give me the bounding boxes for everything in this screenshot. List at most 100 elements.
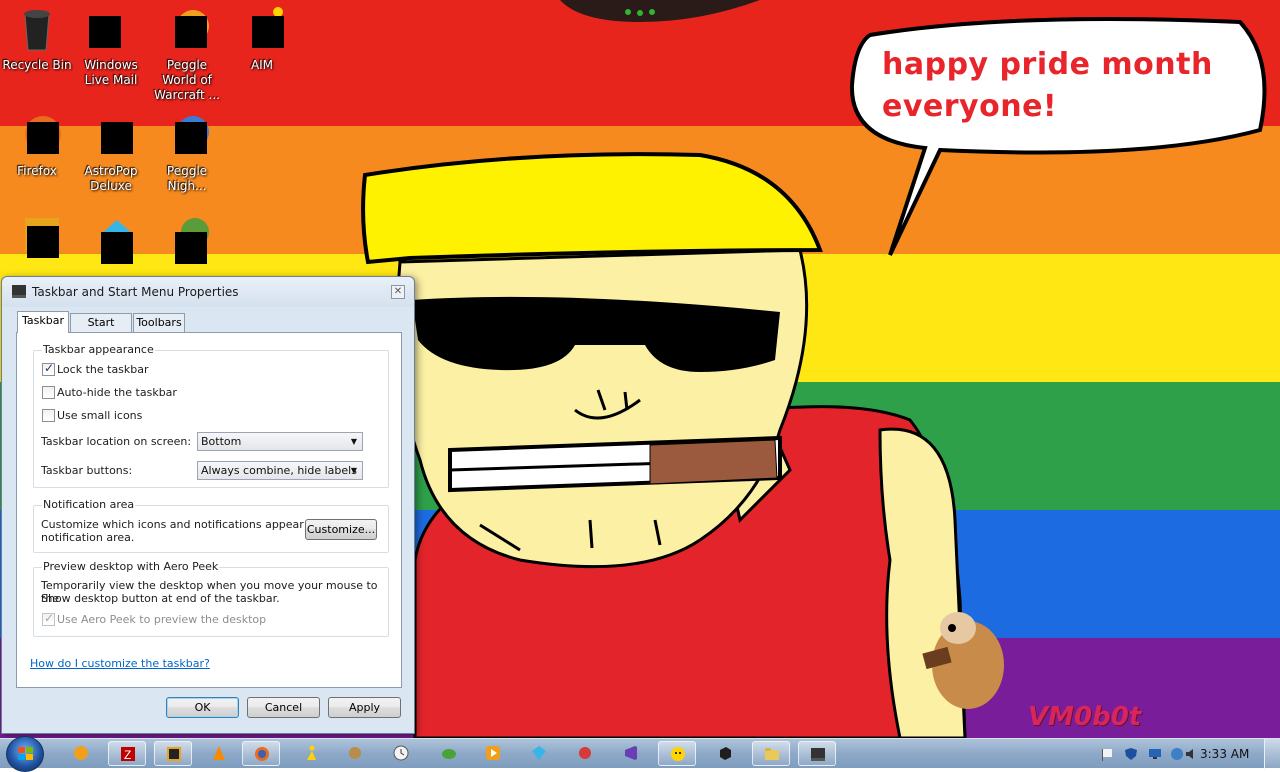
dialog-titlebar[interactable]: Taskbar and Start Menu Properties ✕: [2, 277, 414, 307]
taskbar-item-clock[interactable]: [382, 741, 420, 766]
tab-toolbars[interactable]: Toolbars: [133, 313, 185, 332]
ok-button[interactable]: OK: [166, 697, 239, 718]
svg-text:Z: Z: [124, 748, 131, 762]
aero-peek-label: Use Aero Peek to preview the desktop: [57, 613, 267, 626]
desktop-icon-label: Windows Live Mail: [84, 58, 138, 87]
lock-taskbar-checkbox[interactable]: ✓: [42, 361, 55, 376]
network-icon[interactable]: [1170, 747, 1184, 761]
tab-panel-taskbar: Taskbar appearance ✓ Lock the taskbar Au…: [16, 332, 402, 688]
desktop-icon-label: AstroPop Deluxe: [84, 164, 138, 193]
chevron-down-icon: ▼: [350, 437, 357, 446]
firefox-icon: [13, 112, 61, 160]
mail-icon: [87, 6, 135, 54]
close-button[interactable]: ✕: [391, 285, 405, 299]
apply-button[interactable]: Apply: [328, 697, 401, 718]
gem-icon: [87, 214, 135, 264]
taskbar-item-app[interactable]: [154, 741, 192, 766]
small-icons-label[interactable]: Use small icons: [57, 409, 142, 422]
taskbar-item-aim[interactable]: [292, 741, 330, 766]
checkmark-icon: ✓: [44, 611, 55, 625]
autohide-taskbar-label[interactable]: Auto-hide the taskbar: [57, 386, 177, 399]
start-button[interactable]: [6, 736, 44, 772]
taskbar-item-parrot[interactable]: [566, 741, 604, 766]
firefox-icon: [255, 747, 269, 761]
taskbar-properties-dialog: Taskbar and Start Menu Properties ✕ Task…: [1, 276, 415, 734]
parrot-icon: [579, 747, 591, 759]
taskbar-location-select[interactable]: Bottom ▼: [197, 432, 363, 451]
taskbar-buttons-select[interactable]: Always combine, hide labels ▼: [197, 461, 363, 480]
taskbar-item-visual-studio[interactable]: [612, 741, 650, 766]
taskbar-item-vlc[interactable]: [200, 741, 238, 766]
taskbar-buttons-value: Always combine, hide labels: [201, 464, 357, 477]
tab-start-menu[interactable]: Start Menu: [70, 313, 132, 346]
tab-taskbar[interactable]: Taskbar: [17, 311, 69, 333]
taskbar: Z 3:33 AM: [0, 736, 1280, 772]
desktop-icon-windows-live-mail[interactable]: Windows Live Mail: [74, 6, 148, 88]
gem-icon: [532, 746, 546, 760]
desktop-icon-label: Recycle Bin: [2, 58, 72, 72]
taskbar-item-filezilla[interactable]: Z: [108, 741, 146, 766]
desktop-icon-recycle-bin[interactable]: Recycle Bin: [0, 6, 74, 73]
visual-studio-icon: [625, 746, 637, 760]
aim-icon: [238, 6, 286, 54]
group-notification-area: Notification area Customize which icons …: [33, 498, 389, 553]
peggle-nights-icon: [163, 112, 211, 160]
vlc-icon: [213, 746, 225, 760]
monitor-icon[interactable]: [1148, 747, 1162, 761]
app-icon: [167, 747, 181, 761]
small-icons-checkbox[interactable]: [42, 409, 55, 422]
taskbar-item-taskbar-properties[interactable]: [798, 741, 836, 766]
desktop-icon-astropop[interactable]: AstroPop Deluxe: [74, 112, 148, 194]
taskbar-item-game[interactable]: [336, 741, 374, 766]
desktop-icon-firefox[interactable]: Firefox: [0, 112, 74, 179]
frog-icon: [442, 749, 456, 759]
taskbar-item-frog[interactable]: [430, 741, 468, 766]
peggle-icon: [163, 6, 211, 54]
volume-icon[interactable]: [1184, 747, 1198, 761]
desktop-icon-peggle-nights[interactable]: Peggle Nigh...: [150, 112, 224, 194]
checkmark-icon: ✓: [44, 361, 55, 375]
shield-icon[interactable]: [1124, 747, 1138, 761]
desktop-icon-plant[interactable]: [150, 214, 224, 266]
taskbar-item-peggle[interactable]: [62, 741, 100, 766]
help-link-customize[interactable]: How do I customize the taskbar?: [30, 657, 210, 670]
recycle-bin-icon: [13, 6, 61, 54]
desktop-icon-aim[interactable]: AIM: [225, 6, 299, 73]
system-clock[interactable]: 3:33 AM: [1200, 747, 1249, 761]
taskbar-item-folder[interactable]: [752, 741, 790, 766]
group-aero-peek: Preview desktop with Aero Peek Temporari…: [33, 560, 389, 637]
notification-description-line2: notification area.: [41, 531, 135, 544]
cancel-button[interactable]: Cancel: [247, 697, 320, 718]
aero-peek-checkbox: ✓: [42, 611, 55, 626]
show-desktop-button[interactable]: [1264, 739, 1280, 769]
taskbar-item-cube[interactable]: [706, 741, 744, 766]
autohide-taskbar-checkbox[interactable]: [42, 386, 55, 399]
group-label: Taskbar appearance: [42, 343, 155, 356]
media-player-icon: [486, 746, 500, 760]
desktop-icon-label: AIM: [250, 58, 274, 72]
taskbar-item-media-player[interactable]: [474, 741, 512, 766]
messenger-icon: [671, 747, 685, 761]
taskbar-buttons-label: Taskbar buttons:: [41, 464, 133, 477]
taskbar-properties-icon: [811, 748, 825, 761]
astropop-icon: [87, 112, 135, 160]
desktop-icon-peggle-wow[interactable]: Peggle World of Warcraft ...: [150, 6, 224, 103]
group-label: Preview desktop with Aero Peek: [42, 560, 220, 573]
artist-signature: VM0b0t: [1028, 702, 1142, 732]
flag-icon[interactable]: [1100, 747, 1114, 761]
taskbar-location-label: Taskbar location on screen:: [41, 435, 192, 448]
customize-button[interactable]: Customize...: [305, 519, 377, 540]
aero-peek-description-line2: Show desktop button at end of the taskba…: [41, 592, 280, 605]
cube-icon: [720, 747, 731, 760]
filezilla-icon: Z: [121, 747, 135, 762]
chevron-down-icon: ▼: [350, 466, 357, 475]
desktop-icon-label: Peggle Nigh...: [166, 164, 208, 193]
plant-icon: [163, 214, 211, 264]
lock-taskbar-label[interactable]: Lock the taskbar: [57, 363, 149, 376]
taskbar-item-firefox[interactable]: [242, 741, 280, 766]
desktop-icon-app[interactable]: [0, 214, 74, 266]
taskbar-item-gem[interactable]: [520, 741, 558, 766]
desktop-icon-gem[interactable]: [74, 214, 148, 266]
speech-bubble-text: happy pride month everyone!: [882, 47, 1213, 124]
taskbar-item-messenger[interactable]: [658, 741, 696, 766]
